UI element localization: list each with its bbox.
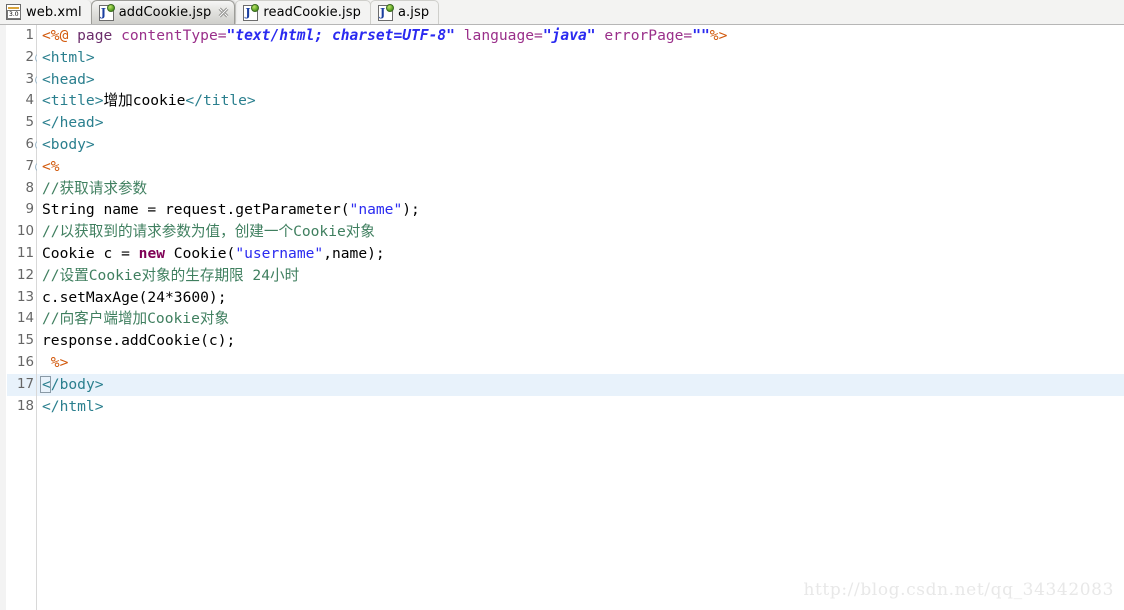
tab-web-xml[interactable]: 3.0 web.xml bbox=[0, 0, 92, 24]
code-line[interactable]: //以获取到的请求参数为值，创建一个Cookie对象 bbox=[37, 221, 1124, 243]
line-number: 18 bbox=[16, 398, 34, 414]
tab-read-cookie-jsp[interactable]: readCookie.jsp bbox=[235, 0, 371, 24]
editor-marker-strip[interactable] bbox=[0, 25, 7, 610]
tab-label: readCookie.jsp bbox=[263, 5, 361, 20]
code-line[interactable]: //向客户端增加Cookie对象 bbox=[37, 308, 1124, 330]
line-number: 2 bbox=[7, 47, 45, 69]
code-line[interactable]: response.addCookie(c); bbox=[37, 330, 1124, 352]
tab-label: web.xml bbox=[26, 4, 82, 20]
code-line[interactable]: <body> bbox=[37, 134, 1124, 156]
code-line[interactable]: //设置Cookie对象的生存期限 24小时 bbox=[37, 265, 1124, 287]
code-line[interactable]: <% bbox=[37, 156, 1124, 178]
line-number: 15 bbox=[16, 333, 34, 349]
line-number: 3 bbox=[7, 69, 45, 91]
code-line[interactable]: </html> bbox=[37, 396, 1124, 418]
code-line[interactable]: Cookie c = new Cookie("username",name); bbox=[37, 243, 1124, 265]
editor-tab-bar: 3.0 web.xml addCookie.jsp readCookie.jsp… bbox=[0, 0, 1124, 25]
jsp-file-icon bbox=[98, 3, 115, 21]
code-line[interactable]: <head> bbox=[37, 69, 1124, 91]
line-number: 16 bbox=[16, 354, 34, 370]
watermark-text: http://blog.csdn.net/qq_34342083 bbox=[803, 580, 1114, 600]
line-number: 12 bbox=[16, 267, 34, 283]
line-number: 11 bbox=[16, 245, 34, 261]
code-text-area[interactable]: <%@ page contentType="text/html; charset… bbox=[37, 25, 1124, 610]
code-line[interactable]: %> bbox=[37, 352, 1124, 374]
tab-label: a.jsp bbox=[397, 5, 430, 20]
jsp-file-icon bbox=[243, 3, 260, 21]
tab-a-jsp[interactable]: a.jsp bbox=[369, 0, 440, 24]
close-icon[interactable] bbox=[217, 6, 230, 19]
code-line[interactable]: </head> bbox=[37, 112, 1124, 134]
line-number: 1 bbox=[25, 28, 34, 43]
line-number: 17 bbox=[7, 373, 36, 396]
line-number: 13 bbox=[16, 289, 34, 305]
jsp-file-icon bbox=[377, 3, 394, 21]
code-line[interactable]: <html> bbox=[37, 47, 1124, 69]
line-number: 4 bbox=[25, 93, 34, 109]
line-number: 7 bbox=[7, 156, 45, 178]
code-line[interactable]: //获取请求参数 bbox=[37, 178, 1124, 200]
code-line-current[interactable]: </body> bbox=[37, 373, 1124, 396]
line-number: 14 bbox=[16, 311, 34, 327]
line-number: 10 bbox=[16, 224, 34, 240]
code-line[interactable]: c.setMaxAge(24*3600); bbox=[37, 287, 1124, 309]
line-number: 5 bbox=[25, 115, 34, 131]
code-line[interactable]: <%@ page contentType="text/html; charset… bbox=[37, 25, 1124, 47]
line-number: 6 bbox=[7, 134, 45, 156]
xml-file-icon: 3.0 bbox=[6, 4, 21, 20]
code-line[interactable]: <title>增加cookie</title> bbox=[37, 90, 1124, 112]
line-number: 8 bbox=[25, 180, 34, 196]
code-editor[interactable]: 1 2 3 4 5 6 7 8 9 10 11 12 13 14 15 16 1… bbox=[0, 25, 1124, 610]
text-cursor: < bbox=[40, 374, 51, 396]
tab-add-cookie-jsp[interactable]: addCookie.jsp bbox=[90, 0, 236, 24]
tab-label: addCookie.jsp bbox=[118, 5, 212, 20]
code-line[interactable]: String name = request.getParameter("name… bbox=[37, 199, 1124, 221]
line-number-gutter[interactable]: 1 2 3 4 5 6 7 8 9 10 11 12 13 14 15 16 1… bbox=[7, 25, 45, 610]
line-number: 9 bbox=[25, 202, 34, 218]
